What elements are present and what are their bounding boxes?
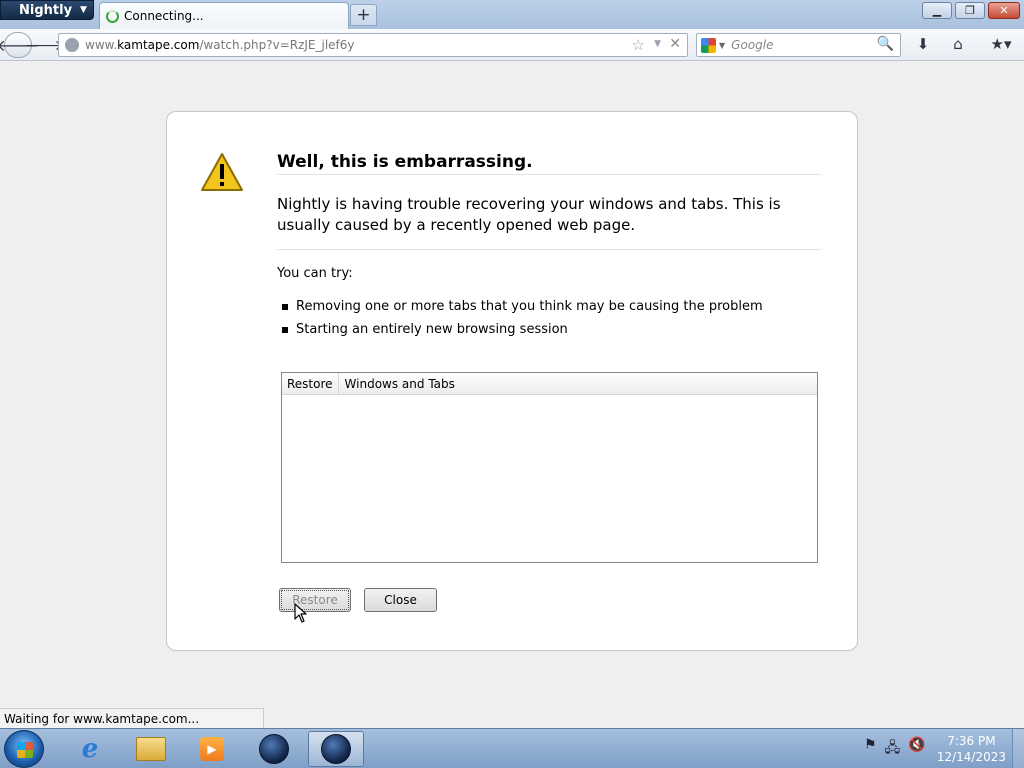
nightly-icon: [321, 734, 351, 764]
media-player-icon: ▶: [200, 737, 224, 761]
page-title: Well, this is embarrassing.: [277, 152, 533, 172]
url-text: www.kamtape.com/watch.php?v=RzJE_jlef6y: [85, 38, 355, 52]
navigation-toolbar: 🡐 🡒 www.kamtape.com/watch.php?v=RzJE_jle…: [0, 29, 1024, 61]
warning-icon: [201, 153, 243, 191]
forward-button[interactable]: 🡒: [25, 36, 63, 54]
nightly-active-taskbar-button[interactable]: [308, 731, 364, 767]
suggestion-list: Removing one or more tabs that you think…: [282, 295, 763, 341]
downloads-icon[interactable]: ⬇: [912, 35, 934, 53]
bookmarks-menu-icon[interactable]: ★▾: [985, 35, 1017, 53]
show-desktop-button[interactable]: [1012, 729, 1024, 768]
url-bar[interactable]: www.kamtape.com/watch.php?v=RzJE_jlef6y …: [58, 33, 688, 57]
list-item: Starting an entirely new browsing sessio…: [282, 318, 763, 341]
globe-icon: [65, 38, 79, 52]
try-heading: You can try:: [277, 266, 353, 281]
engine-dropdown-icon[interactable]: ▼: [719, 41, 725, 50]
nightly-taskbar-button[interactable]: [246, 731, 302, 767]
bookmark-star-icon[interactable]: ☆: [632, 36, 645, 54]
restore-window-icon: ❐: [965, 4, 975, 17]
minimize-icon: ▁: [932, 4, 942, 17]
taskbar: e ▶ ⚑ 🖧 🔇 7:36 PM 12/14/2023: [0, 728, 1024, 768]
list-item: Removing one or more tabs that you think…: [282, 295, 763, 318]
tab-title: Connecting...: [124, 9, 204, 23]
url-path: /watch.php?v=RzJE_jlef6y: [199, 38, 355, 52]
internet-explorer-icon: e: [81, 734, 99, 764]
error-description: Nightly is having trouble recovering you…: [277, 195, 781, 234]
status-bar: Waiting for www.kamtape.com...: [0, 708, 264, 728]
stop-icon[interactable]: ✕: [669, 36, 681, 52]
window-controls: ▁ ❐ ✕: [922, 2, 1020, 19]
tab-connecting[interactable]: Connecting...: [99, 2, 349, 29]
close-window-button[interactable]: ✕: [988, 2, 1020, 19]
bullet-icon: [282, 303, 288, 310]
restore-window-button[interactable]: ❐: [955, 2, 985, 19]
search-bar[interactable]: ▼ 🔍: [696, 33, 901, 57]
column-header-restore[interactable]: Restore: [282, 373, 339, 394]
loading-spinner-icon: [106, 9, 119, 23]
folder-icon: [136, 737, 166, 761]
app-menu-label: Nightly: [19, 2, 73, 18]
search-icon[interactable]: 🔍: [877, 36, 894, 52]
start-button[interactable]: [4, 730, 44, 768]
close-icon: ✕: [999, 4, 1009, 17]
media-player-taskbar-button[interactable]: ▶: [184, 731, 240, 767]
nightly-icon: [259, 734, 289, 764]
bullet-icon: [282, 326, 288, 333]
divider: [277, 174, 821, 175]
search-input[interactable]: [731, 38, 872, 52]
clock[interactable]: 7:36 PM 12/14/2023: [937, 733, 1006, 765]
windows-tabs-tree[interactable]: Restore Windows and Tabs: [281, 372, 818, 563]
action-center-flag-icon[interactable]: ⚑: [864, 737, 877, 761]
close-button[interactable]: Close: [364, 588, 437, 612]
column-header-windows-tabs[interactable]: Windows and Tabs: [339, 377, 461, 391]
history-dropdown-icon[interactable]: ▼: [654, 39, 661, 49]
session-restore-panel: Well, this is embarrassing. Nightly is h…: [166, 111, 858, 651]
plus-icon: +: [356, 5, 371, 25]
restore-button[interactable]: Restore: [279, 588, 351, 612]
suggestion-text: Removing one or more tabs that you think…: [296, 299, 763, 314]
clock-time: 7:36 PM: [947, 734, 996, 748]
internet-explorer-taskbar-button[interactable]: e: [62, 731, 118, 767]
title-bar: Nightly ▼ Connecting... + ▁ ❐ ✕: [0, 0, 1024, 29]
explorer-taskbar-button[interactable]: [123, 731, 179, 767]
home-icon[interactable]: ⌂: [947, 35, 969, 53]
suggestion-text: Starting an entirely new browsing sessio…: [296, 322, 568, 337]
new-tab-button[interactable]: +: [350, 4, 377, 26]
volume-muted-icon[interactable]: 🔇: [908, 737, 925, 761]
minimize-button[interactable]: ▁: [922, 2, 952, 19]
mouse-cursor-icon: [294, 603, 307, 623]
system-tray: ⚑ 🖧 🔇: [864, 737, 926, 761]
url-prefix: www.: [85, 38, 118, 52]
chevron-down-icon: ▼: [80, 5, 87, 15]
network-icon[interactable]: 🖧: [885, 737, 901, 761]
divider: [277, 249, 821, 250]
nightly-app-menu-button[interactable]: Nightly ▼: [0, 0, 94, 20]
clock-date: 12/14/2023: [936, 750, 1006, 764]
google-engine-icon[interactable]: [701, 37, 716, 53]
url-domain: kamtape.com: [117, 38, 200, 52]
tree-header: Restore Windows and Tabs: [282, 373, 817, 395]
